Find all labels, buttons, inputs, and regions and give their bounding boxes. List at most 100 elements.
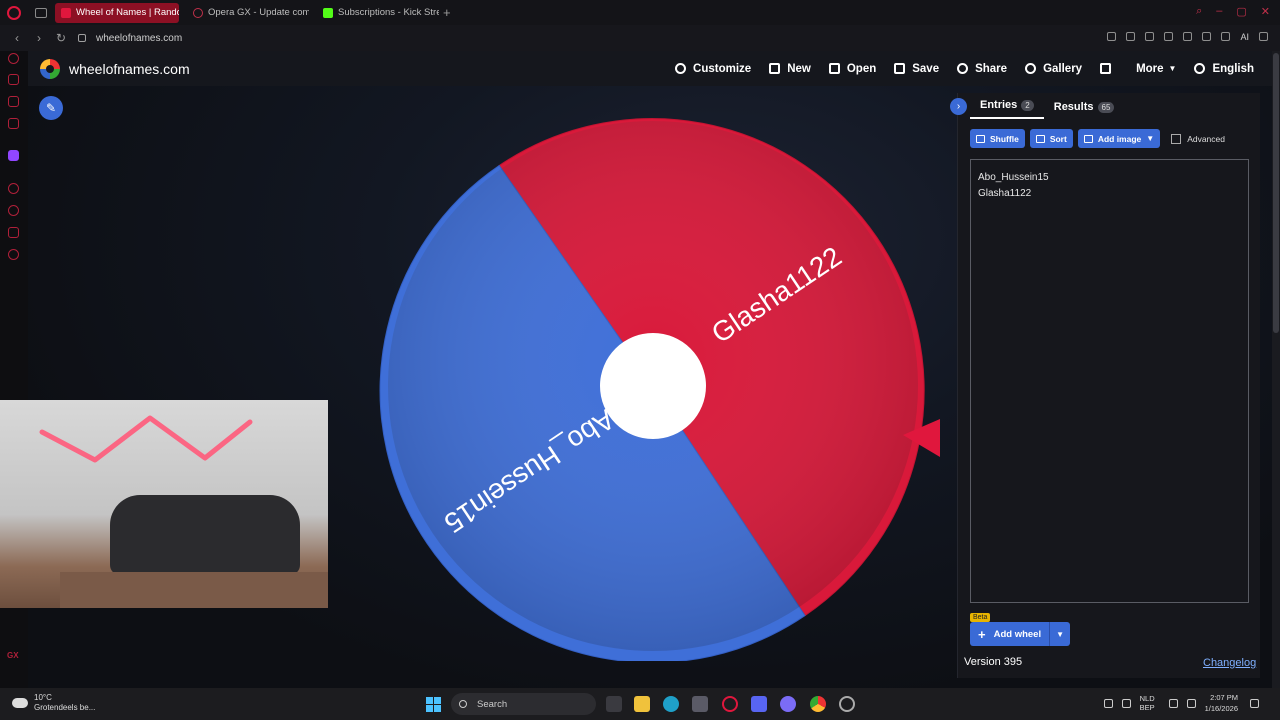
menu-label: Share [975,62,1008,75]
snapshot-icon[interactable] [1126,32,1136,41]
cloud-icon [12,698,28,708]
opera-gx-icon[interactable] [722,696,738,712]
notification-icon[interactable] [1250,698,1259,708]
search-icon [1025,63,1037,74]
add-image-button[interactable]: Add image ▼ [1077,129,1161,148]
tab-results[interactable]: Results 65 [1044,101,1125,119]
entry-line: Abo_Hussein15 [978,172,1049,183]
store-icon[interactable] [692,696,708,712]
network-icon[interactable] [1168,698,1178,708]
tab-opera-gx[interactable]: Opera GX - Update comp [187,3,309,23]
sort-button[interactable]: Sort [1029,129,1073,148]
reload-icon[interactable]: ↻ [56,31,66,45]
wheel[interactable]: Glasha1122 Abo_Hussein15 [358,101,958,661]
extensions-icon[interactable] [1202,32,1212,41]
file-explorer-icon[interactable] [634,696,650,712]
player-icon[interactable] [1164,32,1174,41]
tab-menu-icon[interactable] [35,7,47,18]
twitch-icon[interactable] [8,150,19,161]
url-field[interactable]: wheelofnames.com [96,33,182,44]
ai-button[interactable]: AI [1240,32,1249,42]
gx-control-icon[interactable] [8,53,19,64]
settings-app-icon[interactable] [839,696,855,712]
forward-icon[interactable]: › [34,31,44,45]
tab-wheel-of-names[interactable]: Wheel of Names | Random [55,2,179,23]
site-logo-icon[interactable] [40,58,60,79]
discord-icon[interactable] [780,696,796,712]
extensions-sidebar-icon[interactable] [8,227,19,238]
address-bar: ‹ › ↻ wheelofnames.com AI [0,25,1280,51]
windows-taskbar: 10°C Grotendeels be... Search NLD BEP 2:… [0,688,1280,720]
history-icon[interactable] [8,205,19,216]
language-indicator[interactable]: NLD BEP [1140,694,1155,712]
download-icon[interactable] [1221,32,1231,41]
menu-label: More [1136,62,1164,75]
menu-save[interactable]: Save [894,63,939,75]
page-scrollbar[interactable] [1272,51,1280,688]
advanced-label: Advanced [1187,133,1225,144]
taskbar-search[interactable]: Search [451,693,596,715]
clock[interactable]: 2:07 PM 1/16/2026 [1205,692,1238,714]
address-bar-actions: AI [1107,32,1268,42]
new-file-icon [769,63,781,74]
weather-widget[interactable]: 10°C Grotendeels be... [12,693,95,713]
maximize-icon[interactable]: ▢ [1236,5,1246,18]
player-sidebar-icon[interactable] [8,183,19,194]
vpn-icon[interactable] [1145,32,1155,41]
add-wheel-dropdown[interactable]: ▼ [1050,630,1070,639]
menu-customize[interactable]: Customize [675,63,751,75]
opera-logo-icon[interactable] [7,5,21,20]
minimize-icon[interactable]: – [1216,5,1222,18]
instagram-icon[interactable] [8,118,19,129]
shuffle-button[interactable]: Shuffle [970,129,1025,148]
folder-icon [828,63,840,74]
menu-more[interactable]: More ▼ [1136,63,1176,75]
site-topnav: wheelofnames.com Customize New Open Save… [28,51,1272,86]
palette-icon [675,63,687,74]
edit-pencil-button[interactable]: ✎ [39,96,63,120]
tab-kick[interactable]: Subscriptions - Kick Strea [317,3,439,23]
bookmark-icon[interactable] [1107,32,1117,41]
gx-corner-icon[interactable] [8,74,19,85]
menu-label: Customize [693,62,752,75]
gx-logo-icon[interactable]: GX [7,651,19,660]
settings-icon[interactable] [8,249,19,260]
app-icon[interactable] [751,696,767,712]
menu-icon[interactable] [1259,32,1268,41]
back-icon[interactable]: ‹ [12,31,22,45]
start-icon[interactable] [426,697,441,712]
tab-label: Results [1053,101,1094,113]
changelog-link[interactable]: Changelog [1203,657,1256,669]
site-name[interactable]: wheelofnames.com [69,61,190,77]
menu-open[interactable]: Open [828,63,876,75]
heart-icon[interactable] [1183,32,1193,41]
scrollbar-thumb[interactable] [1273,53,1279,333]
tab-label: Subscriptions - Kick Strea [338,7,439,18]
site-menu: Customize New Open Save Share Gallery Mo… [675,51,1272,86]
advanced-checkbox[interactable] [1171,133,1182,144]
wheel-center[interactable] [600,333,706,439]
task-view-icon[interactable] [606,696,622,712]
edge-icon[interactable] [663,696,679,712]
wheel-favicon-icon [61,7,71,18]
chevron-up-icon[interactable] [1103,698,1113,708]
close-icon[interactable]: ✕ [1261,5,1270,18]
new-tab-icon[interactable]: + [443,5,451,20]
add-wheel-main[interactable]: + Add wheel [970,622,1051,646]
microphone-icon[interactable] [1121,698,1131,708]
entries-textarea[interactable]: Abo_Hussein15 Glasha1122 [970,159,1249,603]
tab-entries[interactable]: Entries 2 [970,99,1044,119]
messenger-icon[interactable] [8,96,19,107]
clock-time: 2:07 PM [1210,693,1238,702]
menu-fullscreen[interactable] [1100,63,1118,74]
menu-language[interactable]: English [1194,63,1254,75]
chrome-icon[interactable] [810,696,826,712]
beta-badge: Beta [970,613,991,622]
add-wheel-button[interactable]: + Add wheel ▼ [970,622,1071,646]
menu-new[interactable]: New [769,63,811,75]
search-tabs-icon[interactable]: ⌕ [1196,5,1202,18]
button-label: Shuffle [990,133,1019,144]
volume-icon[interactable] [1186,698,1196,708]
menu-gallery[interactable]: Gallery [1025,63,1082,75]
menu-share[interactable]: Share [957,63,1007,75]
